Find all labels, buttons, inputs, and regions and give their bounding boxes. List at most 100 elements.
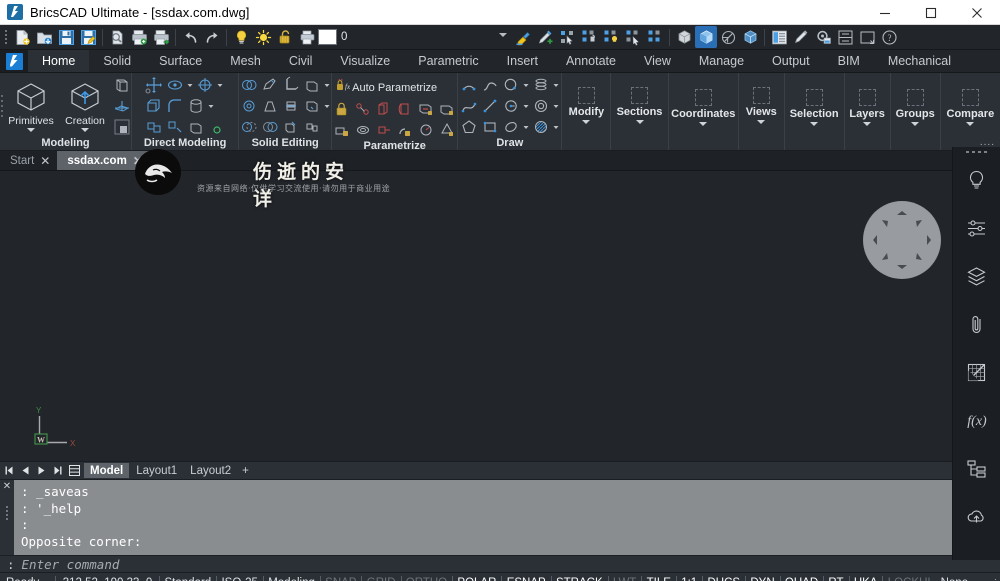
redo-icon[interactable] (201, 26, 223, 48)
coordinates-panel-button[interactable]: Coordinates (666, 89, 740, 126)
views-panel-button[interactable]: Views (741, 75, 782, 136)
lock-all-icon[interactable] (332, 120, 352, 140)
ribbon-tab-parametric[interactable]: Parametric (404, 50, 492, 72)
ribbon-tab-bim[interactable]: BIM (824, 50, 874, 72)
structure-tree-icon[interactable] (962, 453, 992, 483)
layer-plot-icon[interactable] (296, 26, 318, 48)
dropdown-caret[interactable] (552, 96, 560, 116)
status-toggle-strack[interactable]: STRACK (551, 573, 608, 581)
layout-tab-layout2[interactable]: Layout2 (184, 463, 237, 478)
draw-order-icon[interactable] (790, 26, 812, 48)
ribbon-tab-annotate[interactable]: Annotate (552, 50, 630, 72)
visual-style-shaded-icon[interactable] (695, 26, 717, 48)
solid-cube-icon[interactable] (112, 117, 132, 137)
planar-surface-icon[interactable] (112, 96, 132, 116)
attachments-clip-icon[interactable] (962, 309, 992, 339)
ribbon-tab-civil[interactable]: Civil (275, 50, 327, 72)
dropdown-caret[interactable] (186, 75, 194, 95)
sections-panel-button[interactable]: Sections (612, 75, 668, 136)
status-toggle-dyn[interactable]: DYN (745, 573, 779, 581)
minimize-button[interactable] (862, 0, 908, 25)
cloud-upload-icon[interactable] (962, 501, 992, 531)
layer-merge-icon[interactable] (622, 26, 644, 48)
box-icon[interactable] (112, 75, 132, 95)
status-toggle-ducs[interactable]: DUCS (702, 573, 745, 581)
perpendicular-constraint-icon[interactable] (395, 99, 415, 119)
properties-panel-icon[interactable] (768, 26, 790, 48)
clean-screen-icon[interactable] (856, 26, 878, 48)
scale-icon[interactable] (195, 75, 215, 95)
fillet-icon[interactable] (165, 96, 185, 116)
status-dim-style[interactable]: ISO-25 (216, 573, 262, 581)
rectangle-icon[interactable] (480, 117, 500, 137)
move-icon[interactable] (144, 75, 164, 95)
fix-constraint-icon[interactable] (416, 99, 436, 119)
drawing-canvas[interactable]: Y W X (0, 171, 987, 461)
ribbon-tab-view[interactable]: View (630, 50, 685, 72)
status-toggle-ortho[interactable]: ORTHO (401, 573, 452, 581)
undo-icon[interactable] (179, 26, 201, 48)
status-toggle-esnap[interactable]: ESNAP (502, 573, 551, 581)
parallel-constraint-icon[interactable] (374, 99, 394, 119)
status-annotation-scale[interactable]: None (936, 573, 974, 581)
save-as-drawing-icon[interactable] (77, 26, 99, 48)
groups-panel-button[interactable]: Groups (891, 89, 940, 126)
polyline-icon[interactable] (480, 75, 500, 95)
dropdown-caret[interactable] (522, 117, 530, 137)
align-icon[interactable] (165, 117, 185, 137)
visual-style-hidden-icon[interactable] (717, 26, 739, 48)
status-toggle-snap[interactable]: SNAP (320, 573, 361, 581)
union-icon[interactable] (239, 75, 259, 95)
layout-tab-model[interactable]: Model (84, 463, 130, 478)
new-document-tab-button[interactable]: + (150, 151, 174, 170)
separate-icon[interactable] (281, 96, 301, 116)
last-layout-button[interactable] (50, 463, 65, 478)
plot-icon[interactable] (128, 26, 150, 48)
dropdown-caret[interactable] (552, 117, 560, 137)
command-input[interactable]: : Enter command (0, 555, 1000, 572)
close-icon[interactable]: ✕ (3, 482, 11, 492)
selection-panel-button[interactable]: Selection (785, 89, 844, 126)
ribbon-tab-surface[interactable]: Surface (145, 50, 216, 72)
coincident-icon[interactable] (353, 99, 373, 119)
ribbon-tab-solid[interactable]: Solid (89, 50, 145, 72)
render-grid-icon[interactable] (962, 357, 992, 387)
dropdown-caret[interactable] (323, 96, 331, 116)
close-button[interactable] (954, 0, 1000, 25)
help-icon[interactable]: ? (878, 26, 900, 48)
status-toggle-lockui[interactable]: LOCKUI (883, 573, 936, 581)
diameter-constraint-icon[interactable] (416, 120, 436, 140)
dropdown-caret[interactable] (552, 75, 560, 95)
next-layout-button[interactable] (34, 463, 49, 478)
ribbon-tab-mechanical[interactable]: Mechanical (874, 50, 965, 72)
auto-parametrize-label[interactable]: Auto Parametrize (352, 82, 437, 94)
status-toggle-rt[interactable]: RT (823, 573, 848, 581)
donut-icon[interactable] (531, 96, 551, 116)
dock-grip[interactable] (953, 151, 1000, 153)
status-toggle-hka[interactable]: HKA (849, 573, 883, 581)
arc-icon[interactable] (459, 75, 479, 95)
interfere-icon[interactable] (281, 117, 301, 137)
radius-constraint-icon[interactable] (395, 120, 415, 140)
primitives-button[interactable]: Primitives (4, 81, 58, 132)
settings-gear-icon[interactable] (812, 26, 834, 48)
ribbon-tab-insert[interactable]: Insert (493, 50, 552, 72)
layer-combobox[interactable]: 0 (337, 28, 512, 46)
compare-panel-button[interactable]: Compare (942, 89, 1000, 126)
status-toggle-lwt[interactable]: LWT (608, 573, 641, 581)
eyedropper-add-icon[interactable] (534, 26, 556, 48)
first-layout-button[interactable] (2, 463, 17, 478)
close-icon[interactable]: ✕ (40, 155, 50, 167)
concentric-icon[interactable] (353, 120, 373, 140)
dropdown-caret[interactable] (522, 75, 530, 95)
slice-icon[interactable] (302, 75, 322, 95)
layout-tab-layout1[interactable]: Layout1 (130, 463, 183, 478)
match-properties-icon[interactable] (512, 26, 534, 48)
circle-icon[interactable] (501, 75, 521, 95)
dropdown-caret[interactable] (522, 96, 530, 116)
connect-icon[interactable] (144, 117, 164, 137)
push-pull-icon[interactable] (144, 96, 164, 116)
explode-icon[interactable] (302, 117, 322, 137)
dropdown-caret[interactable] (207, 96, 215, 116)
layers-panel-button[interactable]: Layers (844, 89, 889, 126)
